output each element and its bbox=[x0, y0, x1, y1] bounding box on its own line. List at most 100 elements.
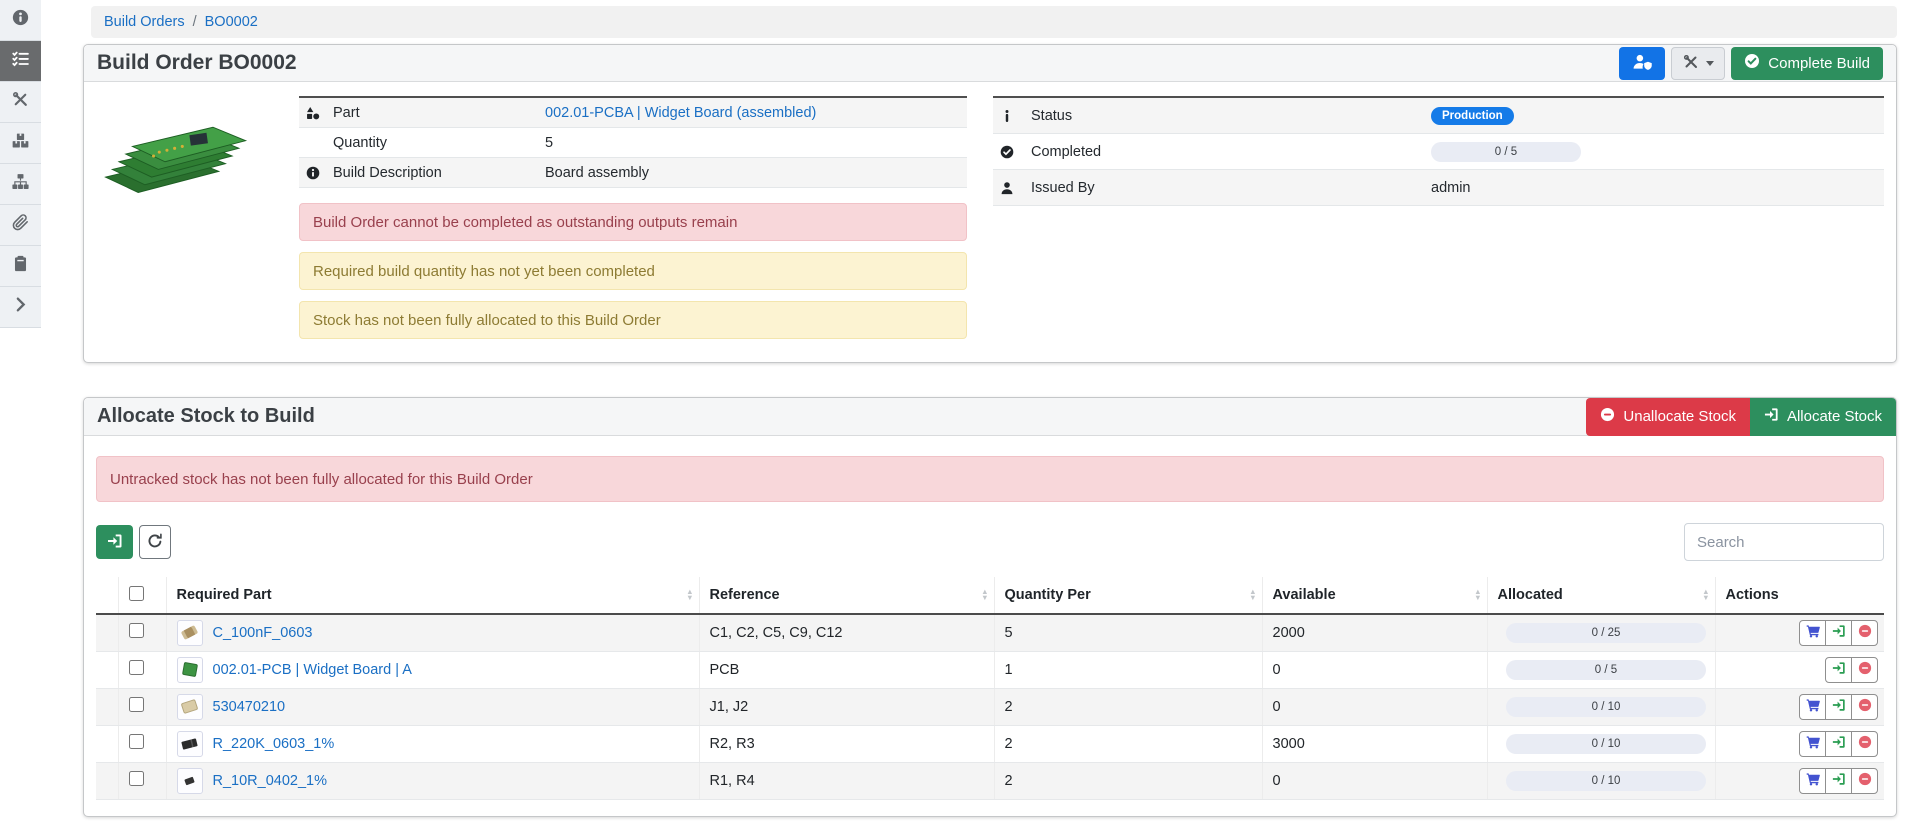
sidebar-item-details[interactable] bbox=[0, 0, 41, 41]
col-required-part[interactable]: Required Part▲▼ bbox=[166, 577, 699, 614]
sidebar-item-allocated-stock[interactable] bbox=[0, 123, 41, 164]
select-all-checkbox[interactable] bbox=[129, 586, 144, 601]
minus-circle-icon bbox=[1858, 661, 1872, 678]
quantity-value: 5 bbox=[545, 135, 967, 151]
minus-circle-icon bbox=[1858, 772, 1872, 789]
sidebar-item-notes[interactable] bbox=[0, 246, 41, 287]
refresh-table-button[interactable] bbox=[139, 525, 171, 559]
allocate-row-button[interactable] bbox=[1825, 657, 1852, 683]
tools-icon bbox=[12, 91, 29, 113]
cart-icon bbox=[1806, 624, 1820, 641]
part-link[interactable]: R_220K_0603_1% bbox=[213, 736, 335, 752]
allocated-progress: 0 / 10 bbox=[1506, 734, 1706, 754]
allocate-stock-button[interactable]: Allocate Stock bbox=[1750, 398, 1896, 436]
complete-build-button[interactable]: Complete Build bbox=[1731, 47, 1883, 80]
minus-circle-icon bbox=[1600, 407, 1615, 426]
part-thumbnail bbox=[177, 620, 203, 646]
buy-part-button[interactable] bbox=[1799, 620, 1826, 646]
remove-row-button[interactable] bbox=[1851, 768, 1878, 794]
buy-part-button[interactable] bbox=[1799, 768, 1826, 794]
part-link[interactable]: 002.01-PCB | Widget Board | A bbox=[213, 662, 412, 678]
tools-icon bbox=[1683, 54, 1699, 73]
row-checkbox[interactable] bbox=[129, 771, 144, 786]
part-link[interactable]: 002.01-PCBA | Widget Board (assembled) bbox=[545, 105, 816, 121]
sidebar-item-attachments[interactable] bbox=[0, 205, 41, 246]
allocate-row-button[interactable] bbox=[1825, 620, 1852, 646]
breadcrumb: Build Orders / BO0002 bbox=[91, 6, 1897, 38]
sidebar-item-child-builds[interactable] bbox=[0, 164, 41, 205]
unallocate-stock-button[interactable]: Unallocate Stock bbox=[1586, 398, 1750, 436]
detail-label: Build Description bbox=[333, 165, 545, 181]
search-input[interactable] bbox=[1684, 523, 1884, 561]
alert-quantity-incomplete: Required build quantity has not yet been… bbox=[299, 252, 967, 290]
allocated-progress: 0 / 10 bbox=[1506, 697, 1706, 717]
sidebar-item-line-items[interactable] bbox=[0, 41, 41, 82]
detail-label: Quantity bbox=[333, 135, 545, 151]
col-allocated[interactable]: Allocated▲▼ bbox=[1487, 577, 1715, 614]
reference-cell: R1, R4 bbox=[699, 762, 994, 799]
build-actions-menu-button[interactable] bbox=[1671, 47, 1725, 80]
row-checkbox[interactable] bbox=[129, 660, 144, 675]
sort-icon: ▲▼ bbox=[981, 589, 988, 601]
detail-row-issued-by: Issued By admin bbox=[993, 170, 1884, 206]
buy-part-button[interactable] bbox=[1799, 731, 1826, 757]
alert-stock-not-allocated: Stock has not been fully allocated to th… bbox=[299, 301, 967, 339]
clipboard-icon bbox=[12, 255, 29, 277]
minus-circle-icon bbox=[1858, 624, 1872, 641]
breadcrumb-build-orders-link[interactable]: Build Orders bbox=[104, 14, 185, 30]
allocate-row-button[interactable] bbox=[1825, 694, 1852, 720]
detail-label: Issued By bbox=[1031, 180, 1431, 196]
complete-build-label: Complete Build bbox=[1768, 55, 1870, 72]
sort-icon: ▲▼ bbox=[1474, 589, 1481, 601]
table-row: C_100nF_0603 C1, C2, C5, C9, C12 5 2000 … bbox=[96, 614, 1884, 651]
build-details-body: Part 002.01-PCBA | Widget Board (assembl… bbox=[84, 82, 1896, 362]
detail-label: Part bbox=[333, 105, 545, 121]
buy-part-button[interactable] bbox=[1799, 694, 1826, 720]
row-checkbox[interactable] bbox=[129, 623, 144, 638]
chevron-right-icon bbox=[12, 296, 29, 318]
user-admin-button[interactable] bbox=[1619, 47, 1665, 80]
allocate-stock-card: Allocate Stock to Build Unallocate Stock… bbox=[83, 397, 1897, 817]
available-cell: 0 bbox=[1262, 688, 1487, 725]
quantity-per-cell: 2 bbox=[994, 688, 1262, 725]
remove-row-button[interactable] bbox=[1851, 694, 1878, 720]
alert-outstanding-outputs: Build Order cannot be completed as outst… bbox=[299, 203, 967, 241]
detail-label: Status bbox=[1031, 108, 1431, 124]
sign-in-icon bbox=[1832, 624, 1846, 641]
col-reference[interactable]: Reference▲▼ bbox=[699, 577, 994, 614]
detail-row-description: Build Description Board assembly bbox=[299, 158, 967, 188]
allocation-table: Required Part▲▼ Reference▲▼ Quantity Per… bbox=[96, 577, 1884, 800]
reference-cell: J1, J2 bbox=[699, 688, 994, 725]
sidebar-item-build-outputs[interactable] bbox=[0, 82, 41, 123]
part-image bbox=[96, 100, 259, 212]
col-quantity-per[interactable]: Quantity Per▲▼ bbox=[994, 577, 1262, 614]
available-cell: 0 bbox=[1262, 651, 1487, 688]
minus-circle-icon bbox=[1858, 735, 1872, 752]
part-link[interactable]: R_10R_0402_1% bbox=[213, 773, 327, 789]
allocate-row-button[interactable] bbox=[1825, 768, 1852, 794]
sign-in-icon bbox=[1832, 698, 1846, 715]
remove-row-button[interactable] bbox=[1851, 657, 1878, 683]
sort-icon: ▲▼ bbox=[686, 589, 693, 601]
allocated-progress: 0 / 25 bbox=[1506, 623, 1706, 643]
status-details-column: Status Production Completed 0 / 5 Issued… bbox=[993, 96, 1884, 350]
part-link[interactable]: 530470210 bbox=[213, 699, 286, 715]
allocate-rows-button[interactable] bbox=[96, 525, 133, 559]
row-checkbox[interactable] bbox=[129, 697, 144, 712]
sort-icon: ▲▼ bbox=[1702, 589, 1709, 601]
row-checkbox[interactable] bbox=[129, 734, 144, 749]
part-link[interactable]: C_100nF_0603 bbox=[213, 625, 313, 641]
remove-row-button[interactable] bbox=[1851, 731, 1878, 757]
sidebar-expand-button[interactable] bbox=[0, 287, 41, 328]
col-available[interactable]: Available▲▼ bbox=[1262, 577, 1487, 614]
allocate-row-button[interactable] bbox=[1825, 731, 1852, 757]
part-details-column: Part 002.01-PCBA | Widget Board (assembl… bbox=[299, 96, 967, 350]
user-icon bbox=[993, 181, 1031, 195]
part-thumbnail bbox=[177, 657, 203, 683]
remove-row-button[interactable] bbox=[1851, 620, 1878, 646]
breadcrumb-current-link[interactable]: BO0002 bbox=[205, 14, 258, 30]
detail-label: Completed bbox=[1031, 144, 1431, 160]
detail-row-part: Part 002.01-PCBA | Widget Board (assembl… bbox=[299, 98, 967, 128]
part-thumbnail bbox=[177, 694, 203, 720]
available-cell: 3000 bbox=[1262, 725, 1487, 762]
